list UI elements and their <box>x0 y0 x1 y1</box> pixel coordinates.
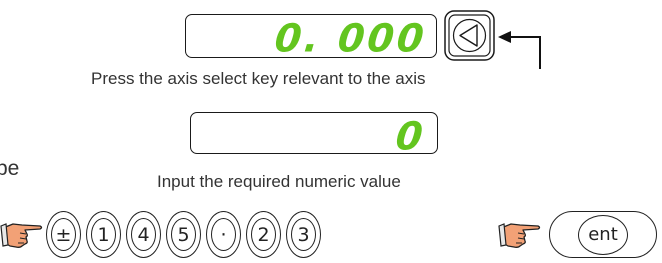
key-label: 5 <box>171 218 196 251</box>
key-label: ± <box>51 218 76 251</box>
caption-numeric-value: Input the required numeric value <box>157 172 401 191</box>
key-3[interactable]: 3 <box>286 211 321 258</box>
key-label: 3 <box>291 218 316 251</box>
caption-axis-select: Press the axis select key relevant to th… <box>91 69 426 88</box>
axis-display-top: 0. 000 <box>185 14 437 61</box>
display-value-bottom: 0 <box>393 113 428 159</box>
key-label: 2 <box>251 218 276 251</box>
callout-arrow <box>498 31 541 69</box>
key-decimal-point[interactable]: · <box>206 211 241 258</box>
key-4[interactable]: 4 <box>126 211 161 258</box>
key-label: 4 <box>131 218 156 251</box>
truncated-text: pe <box>0 157 20 180</box>
triangle-left-icon <box>444 10 495 61</box>
key-1[interactable]: 1 <box>86 211 121 258</box>
enter-key-label: ent <box>578 214 628 255</box>
axis-select-key[interactable] <box>444 10 496 62</box>
key-plus-minus[interactable]: ± <box>46 211 81 258</box>
value-display-bottom: 0 <box>190 112 438 158</box>
key-label: 1 <box>91 218 116 251</box>
key-label: · <box>211 218 236 251</box>
enter-key[interactable]: ent <box>549 211 657 258</box>
key-5[interactable]: 5 <box>166 211 201 258</box>
display-value-top: 0. 000 <box>272 15 429 61</box>
pointing-hand-icon <box>498 223 541 248</box>
pointing-hand-icon <box>0 223 43 248</box>
key-2[interactable]: 2 <box>246 211 281 258</box>
